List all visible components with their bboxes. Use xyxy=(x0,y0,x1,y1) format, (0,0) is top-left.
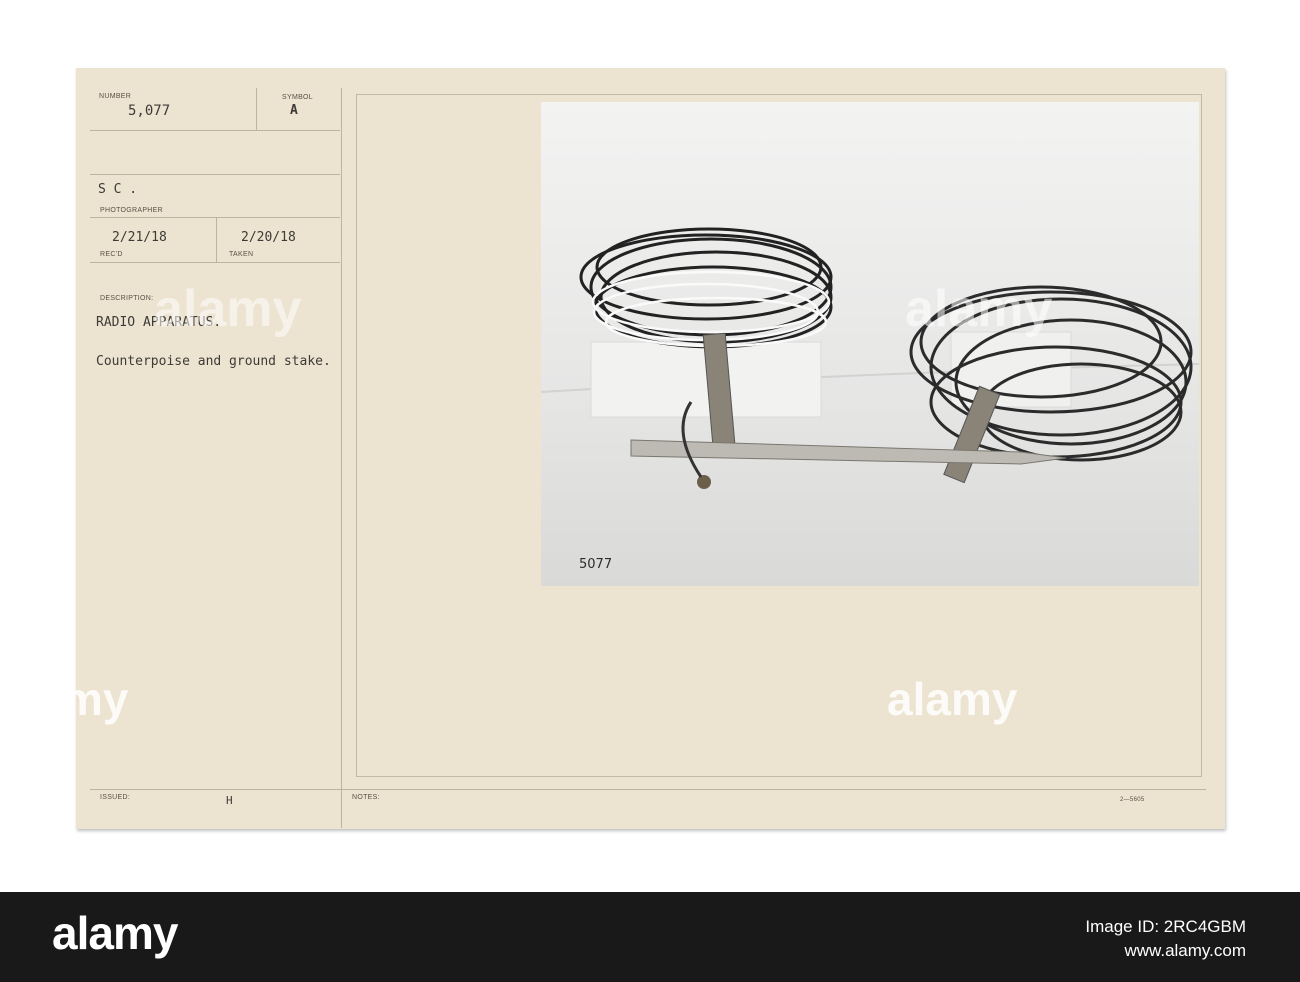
notes-label: NOTES: xyxy=(352,794,380,801)
symbol-value: A xyxy=(290,103,298,118)
photographer-value: S C . xyxy=(98,182,138,197)
symbol-label: SYMBOL xyxy=(282,94,313,101)
alamy-logo: alamy xyxy=(52,907,178,959)
counterpoise-photo xyxy=(541,102,1199,586)
divider xyxy=(216,218,217,262)
recd-label: REC'D xyxy=(100,251,123,258)
divider xyxy=(90,217,340,218)
taken-label: TAKEN xyxy=(229,251,254,258)
taken-value: 2/20/18 xyxy=(241,230,296,245)
number-label: NUMBER xyxy=(99,93,132,100)
recd-value: 2/21/18 xyxy=(112,230,167,245)
number-value: 5,077 xyxy=(128,103,171,119)
image-id: Image ID: 2RC4GBM xyxy=(1085,917,1246,936)
description-title: RADIO APPARATUS. xyxy=(96,315,222,330)
photograph: 5077 xyxy=(541,102,1199,586)
plate-number: 5077 xyxy=(579,557,613,572)
issued-value: H xyxy=(226,794,233,807)
form-code: 2—5605 xyxy=(1120,797,1145,803)
archive-card: NUMBER 5,077 SYMBOL A S C . PHOTOGRAPHER… xyxy=(76,68,1225,829)
divider xyxy=(256,88,257,130)
issued-label: ISSUED: xyxy=(100,794,131,801)
divider xyxy=(90,174,340,175)
divider xyxy=(90,789,1206,790)
photographer-label: PHOTOGRAPHER xyxy=(100,207,163,214)
footer-bar xyxy=(0,892,1300,982)
divider xyxy=(90,262,340,263)
description-text: Counterpoise and ground stake. xyxy=(96,354,331,369)
description-label: DESCRIPTION: xyxy=(100,295,154,302)
divider xyxy=(90,130,340,131)
divider xyxy=(341,88,342,828)
site-url[interactable]: www.alamy.com xyxy=(1124,941,1246,961)
